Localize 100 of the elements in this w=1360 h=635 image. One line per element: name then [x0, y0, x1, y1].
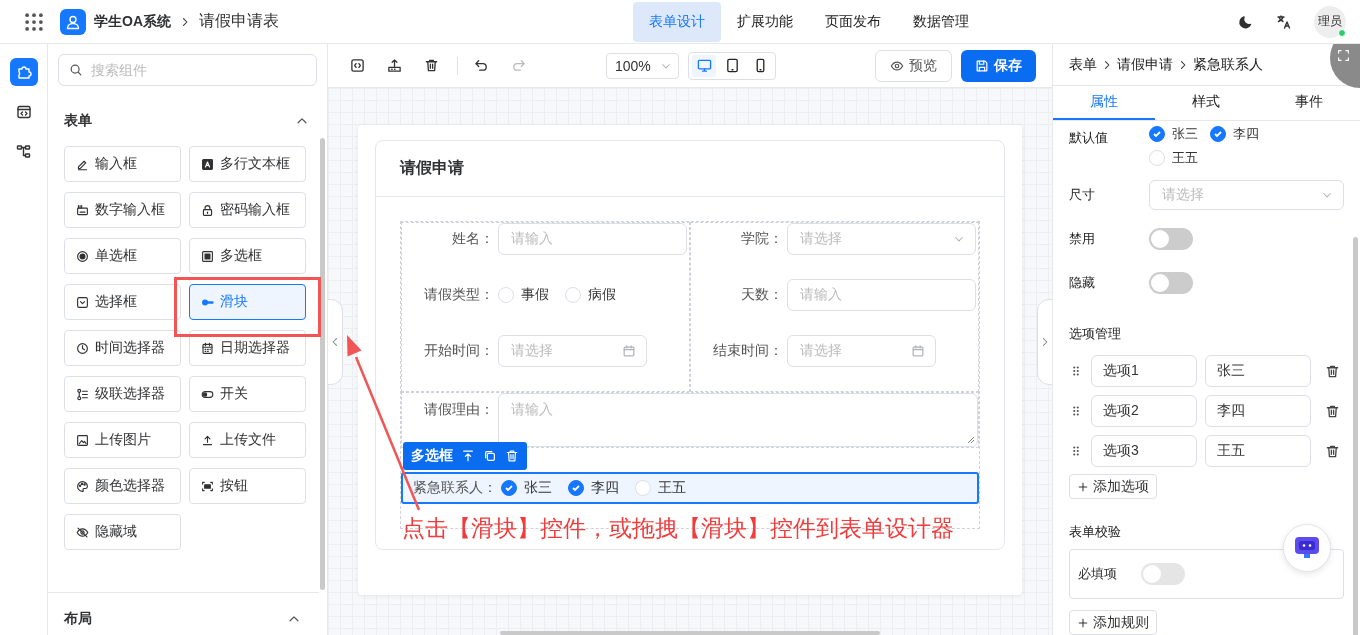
component-item[interactable]: 输入框 — [64, 146, 181, 182]
puzzle-glyph-icon — [15, 64, 32, 80]
eye-off-icon — [76, 525, 89, 539]
nav-tab[interactable]: 表单设计 — [633, 1, 721, 42]
toggle-switch[interactable] — [1141, 563, 1185, 585]
form-title: 请假申请 — [400, 158, 464, 178]
option-value-field[interactable]: 选项2 — [1091, 395, 1197, 427]
option-label: 王五 — [658, 479, 686, 497]
preview-button[interactable]: 预览 — [875, 49, 952, 82]
resize-grip-icon[interactable] — [967, 436, 975, 444]
check-icon — [571, 483, 581, 493]
component-item[interactable]: 滑块 — [189, 284, 306, 320]
add-rule-button[interactable]: 添加规则 — [1069, 610, 1157, 635]
cascade-icon — [76, 387, 89, 401]
delete-icon[interactable] — [505, 449, 519, 463]
field-label: 学院： — [740, 230, 784, 248]
toggle-switch[interactable] — [1149, 228, 1193, 250]
component-item[interactable]: 颜色选择器 — [64, 468, 181, 504]
panel-tab[interactable]: 事件 — [1257, 86, 1360, 120]
option-value-field[interactable]: 选项1 — [1091, 355, 1197, 387]
form-field[interactable]: 结束时间： 请选择 — [691, 335, 978, 367]
delete-icon[interactable] — [1325, 443, 1340, 459]
option-label: 张三 — [524, 479, 552, 497]
component-item[interactable]: 单选框 — [64, 238, 181, 274]
breadcrumb-item[interactable]: 紧急联系人 — [1193, 55, 1263, 74]
component-item[interactable]: 上传文件 — [189, 422, 306, 458]
breadcrumb-item[interactable]: 表单 — [1069, 55, 1097, 74]
component-item[interactable]: 上传图片 — [64, 422, 181, 458]
option-label-field[interactable]: 张三 — [1205, 355, 1311, 387]
radio-button[interactable] — [565, 287, 581, 303]
text-block-icon — [201, 157, 214, 171]
search-input[interactable]: 搜索组件 — [89, 61, 306, 79]
palette-icon — [76, 479, 89, 493]
nav-tab[interactable]: 扩展功能 — [721, 1, 809, 42]
monitor-icon[interactable] — [692, 54, 716, 77]
form-field[interactable]: 学院： 请选择 — [691, 223, 978, 255]
panel-tab[interactable]: 属性 — [1053, 86, 1156, 120]
option-label: 李四 — [1233, 125, 1259, 143]
collapse-handle[interactable] — [1037, 299, 1052, 385]
number-field-icon — [76, 203, 89, 217]
scrollbar[interactable] — [320, 138, 325, 590]
move-up-icon[interactable] — [461, 449, 475, 463]
component-item[interactable]: 密码输入框 — [189, 192, 306, 228]
plus-icon — [1077, 480, 1089, 493]
chat-bot-button[interactable] — [1283, 524, 1331, 572]
undo-glyph-icon — [474, 58, 489, 73]
checkbox-icon — [201, 249, 214, 263]
delete-icon[interactable] — [1325, 403, 1340, 419]
checkbox[interactable] — [568, 480, 584, 496]
puzzle-icon[interactable] — [9, 58, 38, 86]
option-label: 李四 — [591, 479, 619, 497]
field-label: 请假类型： — [423, 286, 495, 304]
code-glyph-icon — [350, 58, 365, 73]
component-item[interactable]: 按钮 — [189, 468, 306, 504]
checkbox[interactable] — [501, 480, 517, 496]
component-item[interactable]: 开关 — [189, 376, 306, 412]
section-title: 布局 — [64, 610, 92, 628]
component-item[interactable]: 多选框 — [189, 238, 306, 274]
property-label: 尺寸 — [1069, 186, 1096, 204]
radio-icon — [76, 249, 89, 263]
save-button[interactable]: 保存 — [961, 49, 1036, 82]
moon-icon — [1238, 13, 1254, 30]
component-item[interactable]: 多行文本框 — [189, 146, 306, 182]
form-field[interactable]: 开始时间： 请选择 — [402, 335, 689, 367]
radio-button[interactable] — [498, 287, 514, 303]
add-option-button[interactable]: 添加选项 — [1069, 474, 1157, 499]
trash-icon — [505, 449, 519, 463]
component-item[interactable]: 时间选择器 — [64, 330, 181, 366]
nav-tab[interactable]: 数据管理 — [897, 1, 985, 42]
component-item[interactable]: 选择框 — [64, 284, 181, 320]
form-field[interactable]: 天数： 请输入 — [691, 279, 978, 311]
field-label: 天数： — [740, 286, 784, 304]
search-field[interactable]: 搜索组件 — [58, 54, 317, 86]
expand-icon — [1337, 49, 1350, 62]
nav-tab[interactable]: 页面发布 — [809, 1, 897, 42]
scrollbar[interactable] — [1353, 237, 1358, 635]
form-field[interactable]: 请假类型： 事假 病假 — [402, 279, 689, 311]
checkbox[interactable] — [1210, 126, 1226, 142]
upload-icon — [201, 433, 214, 447]
component-item[interactable]: 数字输入框 — [64, 192, 181, 228]
frame-icon — [201, 479, 214, 493]
delete-icon[interactable] — [1325, 363, 1340, 379]
grid-menu-icon — [24, 11, 44, 32]
field-label: 结束时间： — [712, 342, 784, 360]
option-label-field[interactable]: 李四 — [1205, 395, 1311, 427]
scrollbar[interactable] — [500, 631, 880, 635]
toggle-switch[interactable] — [1149, 272, 1193, 294]
panel-tab[interactable]: 样式 — [1155, 86, 1258, 120]
user-avatar[interactable]: 理员 — [1314, 5, 1346, 38]
collapse-handle[interactable] — [328, 299, 343, 385]
option-label-field[interactable]: 王五 — [1205, 435, 1311, 467]
component-item[interactable]: 隐藏域 — [64, 514, 181, 550]
breadcrumb-item[interactable]: 请假申请 — [1117, 55, 1173, 74]
form-field[interactable]: 姓名： 请输入 — [402, 223, 689, 255]
field-label: 姓名： — [451, 230, 495, 248]
component-item[interactable]: 级联选择器 — [64, 376, 181, 412]
zoom-select[interactable]: 100% — [606, 52, 679, 79]
field-label: 请假理由： — [423, 400, 495, 419]
option-value-field[interactable]: 选项3 — [1091, 435, 1197, 467]
checkbox[interactable] — [1149, 126, 1165, 142]
